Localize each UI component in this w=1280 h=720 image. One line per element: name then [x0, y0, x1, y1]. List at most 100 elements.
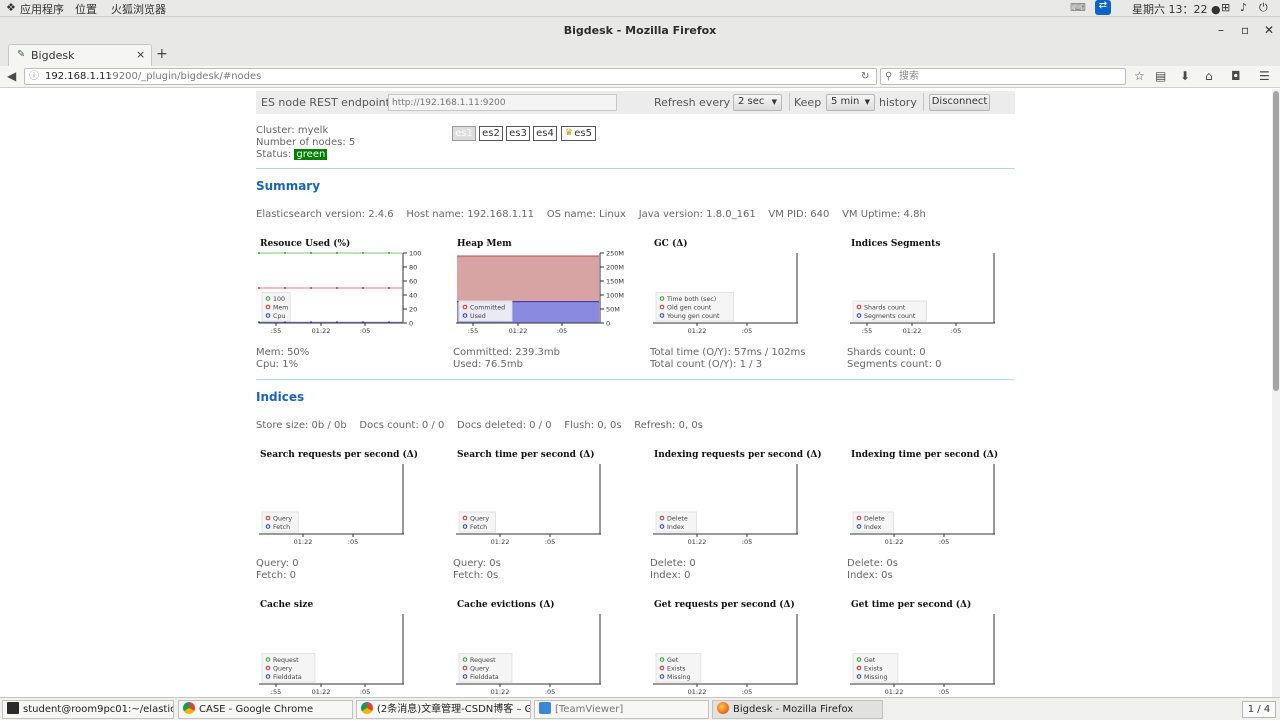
- chevron-down-icon: ▼: [771, 98, 777, 106]
- network-icon[interactable]: ⊞: [1221, 1, 1230, 14]
- apps-menu[interactable]: 应用程序: [20, 1, 64, 17]
- task-chrome-csdn[interactable]: (2条消息)文章管理-CSDN博客 – G···: [356, 700, 531, 719]
- url-bar[interactable]: ⓘ 192.168.1.11 :9200/_plugin/bigdesk/#no…: [24, 68, 877, 85]
- legend-label: Exists: [667, 665, 686, 672]
- refresh-value: 2 sec: [738, 96, 765, 107]
- chart-stat: Fetch: 0s: [453, 570, 499, 581]
- y-tick-label: 60: [409, 278, 417, 286]
- tab-close-icon[interactable]: ×: [136, 48, 145, 61]
- keep-select[interactable]: 5 min ▼: [826, 94, 875, 111]
- workspace-switcher[interactable]: 1 / 4: [1242, 701, 1276, 718]
- x-tick-label: 01:22: [509, 327, 528, 335]
- legend-label: Time both (sec): [666, 296, 716, 303]
- legend-label: Index: [864, 524, 882, 531]
- scrollbar-thumb[interactable]: [1273, 91, 1279, 391]
- window-titlebar: Bigdesk - Mozilla Firefox – ▫ ✕: [0, 17, 1280, 44]
- y-tick-label: 0: [606, 320, 610, 328]
- chart-stat: Shards count: 0: [847, 347, 926, 358]
- legend-label: 100: [273, 296, 285, 303]
- bookmark-star-icon[interactable]: ☆: [1134, 69, 1145, 83]
- chart-svg: 01:22:05 Query Fetch: [456, 464, 601, 546]
- new-tab-icon[interactable]: +: [156, 46, 168, 62]
- legend-label: Index: [667, 524, 685, 531]
- task-terminal[interactable]: student@room9pc01:~/elasticsearc···: [2, 700, 174, 719]
- x-tick-label: 01:22: [312, 327, 331, 335]
- clock[interactable]: 星期六 13：22 ●: [1132, 1, 1221, 17]
- x-tick-label: :05: [360, 327, 370, 335]
- x-tick-label: :05: [360, 688, 370, 696]
- x-tick-label: 01:22: [294, 538, 313, 546]
- chart-stat: Index: 0: [650, 570, 691, 581]
- chart-panel: Search time per second (Δ) 01:22:05 Query F…: [453, 450, 613, 581]
- task-firefox-bigdesk[interactable]: Bigdesk - Mozilla Firefox: [712, 700, 883, 719]
- data-point: [362, 252, 364, 254]
- node-button-es4[interactable]: es4: [533, 126, 557, 141]
- chart-stat: Cpu: 1%: [256, 359, 299, 370]
- legend-label: Request: [273, 657, 299, 664]
- task-chrome-case[interactable]: CASE - Google Chrome: [178, 700, 353, 719]
- reading-list-icon[interactable]: ▤: [1155, 69, 1166, 83]
- chart-panel: Indices Segments:55 01:22:05 Shards count S…: [847, 239, 1007, 370]
- keep-label: Keep: [794, 96, 822, 109]
- window-title: Bigdesk - Mozilla Firefox: [563, 24, 717, 37]
- tab-bigdesk[interactable]: ✎ Bigdesk ×: [8, 44, 152, 66]
- pocket-icon[interactable]: ◘: [1231, 69, 1241, 83]
- legend-label: Young gen count: [666, 313, 720, 320]
- keyboard-icon[interactable]: ⌨: [1070, 1, 1086, 14]
- x-tick-label: :05: [348, 538, 358, 546]
- chart-stat: Query: 0s: [453, 558, 501, 569]
- browser-menu[interactable]: 火狐浏览器: [111, 1, 166, 17]
- minimize-icon[interactable]: –: [1218, 17, 1224, 44]
- power-icon[interactable]: ⏻: [1259, 1, 1268, 15]
- x-tick-label: 01:22: [312, 688, 331, 696]
- chart-panel: Cache evictions (Δ) 01:22:05 Request Query F…: [453, 600, 613, 697]
- data-point: [336, 287, 338, 289]
- refresh-select[interactable]: 2 sec ▼: [733, 94, 782, 111]
- url-path: :9200/_plugin/bigdesk/#nodes: [109, 71, 262, 82]
- teamviewer-tray-icon[interactable]: ⇄: [1095, 0, 1111, 15]
- downloads-icon[interactable]: ⬇: [1180, 69, 1190, 83]
- home-icon[interactable]: ⌂: [1205, 69, 1213, 83]
- chart-stat: Committed: 239.3mb: [453, 347, 560, 358]
- node-button-es1[interactable]: es1: [452, 126, 476, 141]
- reload-icon[interactable]: ↻: [861, 69, 869, 84]
- chart-svg: 01:22:05 GetExists Missing: [653, 614, 798, 696]
- status-badge: green: [294, 149, 328, 160]
- scrollbar[interactable]: [1272, 89, 1280, 697]
- chart-stat: Index: 0s: [847, 570, 893, 581]
- chrome-icon: [361, 702, 373, 714]
- indices-info: Store size: 0b / 0b Docs count: 0 / 0 Do…: [256, 420, 703, 431]
- legend-label: Exists: [864, 665, 883, 672]
- disconnect-button[interactable]: Disconnect: [929, 94, 990, 111]
- x-tick-label: 01:22: [885, 538, 904, 546]
- chart-svg: 250M 200M 150M 100M 50M 0:55 01:22:05 Committed…: [456, 250, 624, 335]
- x-tick-label: :05: [742, 327, 752, 335]
- node-button-es2[interactable]: es2: [479, 126, 503, 141]
- maximize-icon[interactable]: ▫: [1241, 17, 1249, 44]
- task-teamviewer[interactable]: [TeamViewer]: [534, 700, 709, 719]
- node-button-es3[interactable]: es3: [506, 126, 530, 141]
- node-button-es5[interactable]: ♛ es5: [561, 126, 596, 141]
- volume-icon[interactable]: ♪: [1240, 1, 1247, 14]
- places-menu[interactable]: 位置: [75, 1, 97, 17]
- cluster-status: Status: green: [256, 149, 328, 161]
- apps-icon[interactable]: ❖: [6, 1, 16, 14]
- area-committed: [457, 255, 599, 302]
- data-point: [258, 252, 260, 254]
- search-bar[interactable]: ⚲ 搜索: [880, 68, 1126, 85]
- legend-label: Committed: [470, 304, 505, 311]
- menu-icon[interactable]: ☰: [1259, 69, 1270, 83]
- endpoint-input[interactable]: [388, 94, 617, 111]
- chart-svg: 01:22:05 Delete Index: [653, 464, 798, 546]
- back-icon[interactable]: ◀: [7, 69, 16, 83]
- data-point: [336, 252, 338, 254]
- chart-svg: 01:22:05 RequestQuery Fielddata: [456, 614, 601, 696]
- legend-label: Request: [470, 657, 496, 664]
- tab-label: Bigdesk: [31, 49, 75, 62]
- close-window-icon[interactable]: ✕: [1264, 17, 1274, 44]
- x-tick-label: 01:22: [688, 327, 707, 335]
- terminal-icon: [7, 702, 19, 714]
- info-icon[interactable]: ⓘ: [29, 69, 39, 84]
- chart-panel: Cache size:55 01:22:05 Request Query Fieldda…: [256, 600, 416, 697]
- navigation-bar: ◀ ⓘ 192.168.1.11 :9200/_plugin/bigdesk/#…: [0, 66, 1280, 88]
